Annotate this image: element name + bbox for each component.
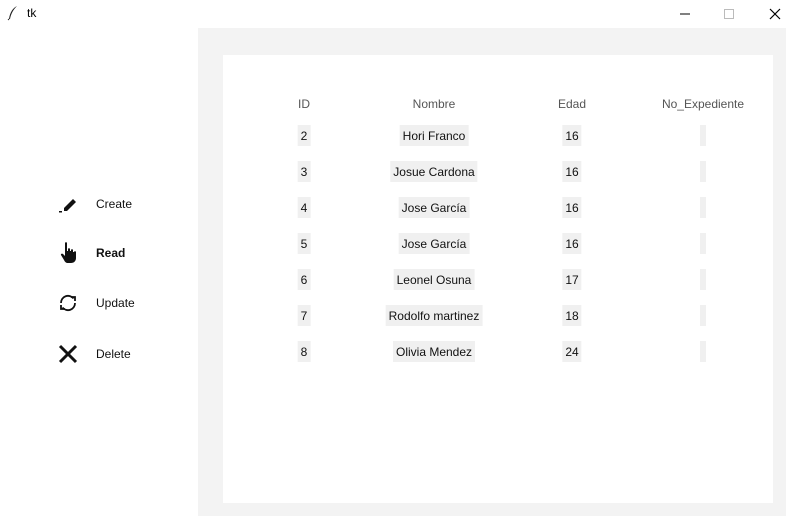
- cell-edad: 24: [562, 341, 582, 362]
- cell-edad: 17: [562, 269, 582, 290]
- pencil-icon: [56, 192, 80, 216]
- cell-edad: 16: [562, 161, 582, 182]
- sidebar-item-delete[interactable]: Delete: [56, 342, 131, 366]
- sidebar: Create Read Update Delete: [0, 28, 198, 516]
- cell-nombre: Jose García: [398, 197, 470, 218]
- column-header-no-expediente: No_Expediente: [661, 97, 745, 111]
- sidebar-item-label: Delete: [96, 347, 131, 361]
- cell-id: 6: [297, 269, 311, 290]
- cell-nombre: Leonel Osuna: [393, 269, 475, 290]
- cell-no-expediente: [700, 341, 706, 362]
- cell-edad: 16: [562, 233, 582, 254]
- title-bar: tk: [0, 0, 786, 28]
- maximize-button[interactable]: [706, 0, 752, 28]
- cell-id: 5: [297, 233, 311, 254]
- cell-id: 4: [297, 197, 311, 218]
- cell-no-expediente: [700, 269, 706, 290]
- column-header-nombre: Nombre: [412, 97, 456, 111]
- column-header-edad: Edad: [557, 97, 587, 111]
- close-window-button[interactable]: [752, 0, 786, 28]
- cell-edad: 16: [562, 197, 582, 218]
- close-x-icon: [56, 342, 80, 366]
- window-title: tk: [27, 6, 37, 20]
- cell-edad: 18: [562, 305, 582, 326]
- cell-no-expediente: [700, 305, 706, 326]
- cell-nombre: Rodolfo martinez: [385, 305, 483, 326]
- cell-no-expediente: [700, 197, 706, 218]
- sidebar-item-label: Read: [96, 246, 126, 260]
- cell-id: 3: [297, 161, 311, 182]
- feather-app-icon: [7, 5, 19, 21]
- sidebar-item-update[interactable]: Update: [56, 291, 135, 315]
- cell-nombre: Josue Cardona: [390, 161, 478, 182]
- sidebar-item-create[interactable]: Create: [56, 192, 132, 216]
- sidebar-item-read[interactable]: Read: [56, 241, 125, 265]
- cell-no-expediente: [700, 125, 706, 146]
- cell-nombre: Olivia Mendez: [392, 341, 476, 362]
- cell-edad: 16: [562, 125, 582, 146]
- sidebar-item-label: Update: [96, 296, 135, 310]
- cell-id: 7: [297, 305, 311, 326]
- cell-no-expediente: [700, 233, 706, 254]
- cell-nombre: Hori Franco: [399, 125, 469, 146]
- sidebar-item-label: Create: [96, 197, 133, 211]
- refresh-icon: [56, 291, 80, 315]
- cell-no-expediente: [700, 161, 706, 182]
- cell-nombre: Jose García: [398, 233, 470, 254]
- minimize-button[interactable]: [662, 0, 708, 28]
- cell-id: 8: [297, 341, 311, 362]
- cell-id: 2: [297, 125, 311, 146]
- pointer-hand-icon: [56, 241, 80, 265]
- column-header-id: ID: [298, 97, 310, 111]
